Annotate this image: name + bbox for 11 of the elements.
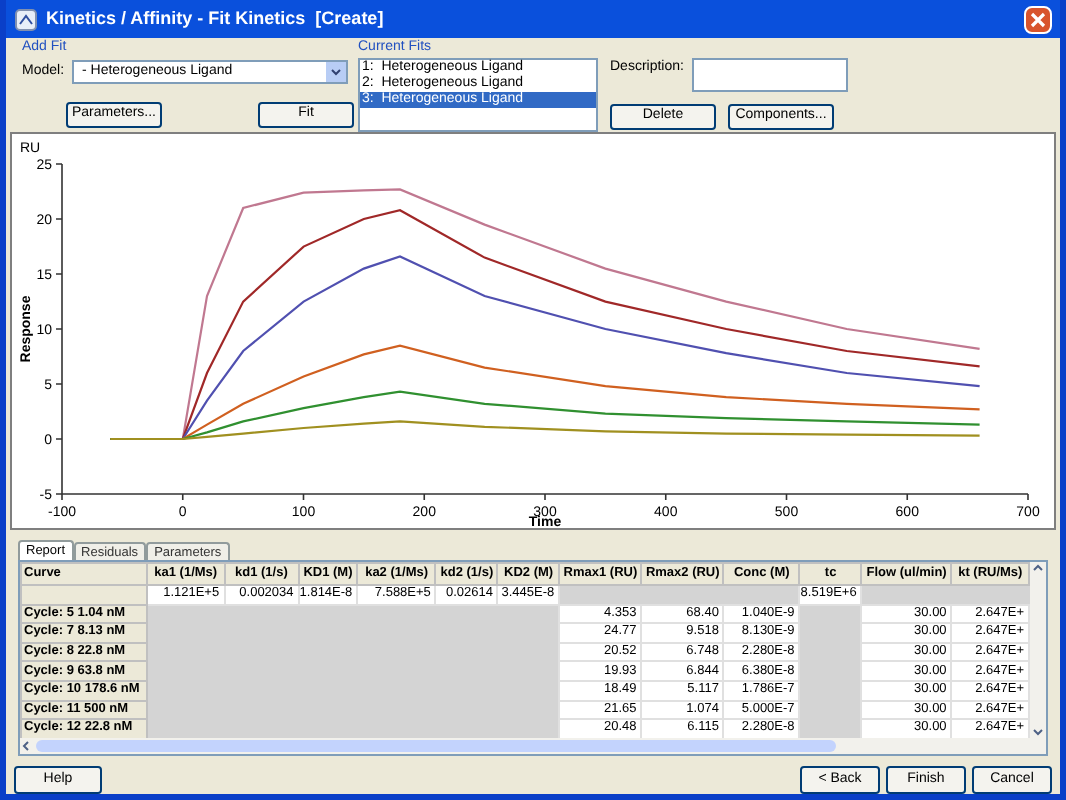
scroll-up-icon	[1032, 561, 1044, 574]
scroll-left-icon	[20, 740, 32, 752]
window-icon	[14, 7, 38, 31]
horizontal-scrollbar[interactable]	[20, 738, 1046, 754]
close-icon	[1030, 11, 1046, 27]
scroll-thumb[interactable]	[36, 740, 836, 752]
scroll-down-icon	[1032, 726, 1044, 738]
close-button[interactable]	[1024, 5, 1052, 33]
vertical-scrollbar[interactable]	[1030, 561, 1046, 738]
window-title: Kinetics / Affinity - Fit Kinetics [Create]	[46, 5, 384, 32]
description-field[interactable]	[691, 58, 848, 92]
